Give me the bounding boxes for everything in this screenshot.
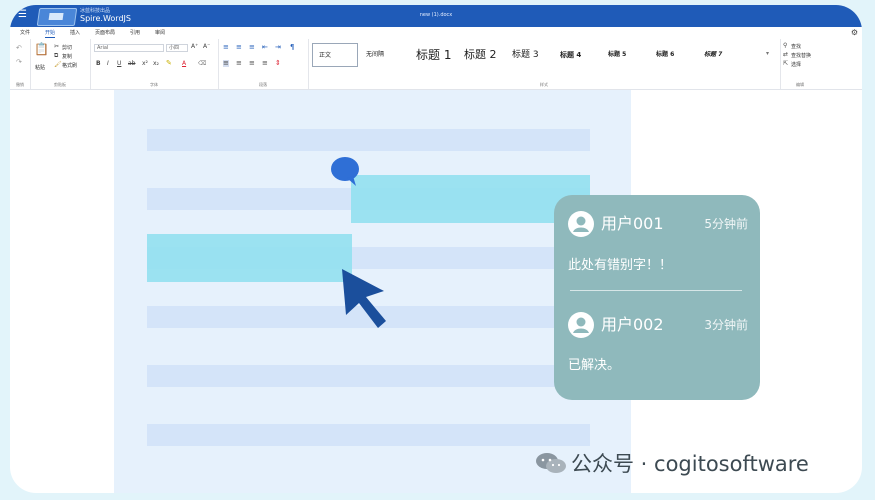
increase-indent-icon[interactable]: ⇥ [275, 44, 281, 51]
watermark-text: 公众号 · cogitosoftware [571, 452, 809, 476]
settings-gear-icon[interactable]: ⚙ [851, 28, 858, 37]
style-heading-7[interactable]: 标题 7 [704, 43, 722, 67]
undo-icon[interactable]: ↶ [16, 45, 22, 52]
editing-group-label: 编辑 [796, 82, 804, 87]
style-heading-2[interactable]: 标题 2 [464, 43, 497, 67]
font-group: Arial 小四 A⁺ A⁻ B I U ab x² x₂ ✎ A ⌫ 字体 [90, 39, 219, 89]
comment-timestamp: 3分钟前 [704, 318, 748, 332]
clipboard-group-label: 剪贴板 [54, 82, 66, 87]
bold-icon[interactable]: B [96, 61, 101, 67]
comment-header: 用户002 3分钟前 [568, 312, 748, 340]
font-color-icon[interactable]: A [182, 61, 186, 67]
tab-references[interactable]: 引用 [130, 29, 140, 36]
paste-button[interactable]: 粘贴 [35, 64, 45, 71]
comment-header: 用户001 5分钟前 [568, 211, 748, 239]
subscript-icon[interactable]: x₂ [153, 61, 159, 67]
styles-more-icon[interactable]: ▾ [766, 51, 769, 57]
style-no-spacing[interactable]: 无间隔 [366, 43, 384, 67]
numbered-list-icon[interactable]: ≡ [236, 44, 242, 51]
italic-icon[interactable]: I [107, 61, 109, 67]
clipboard-group: 📋 粘贴 ✂ 剪切 ⧉ 复制 🖌 格式刷 剪贴板 [30, 39, 91, 89]
ribbon: ↶ ↷ 撤销 📋 粘贴 ✂ 剪切 ⧉ 复制 🖌 格式刷 剪贴板 Arial 小四… [10, 39, 862, 90]
format-painter-button[interactable]: 格式刷 [62, 62, 77, 69]
document-title: new (1).docx [419, 12, 453, 18]
style-heading-5[interactable]: 标题 5 [608, 43, 626, 67]
undo-group-label: 撤销 [16, 82, 24, 87]
multilevel-list-icon[interactable]: ≡ [249, 44, 255, 51]
copy-icon: ⧉ [54, 52, 59, 59]
clear-format-icon[interactable]: ⌫ [198, 61, 206, 67]
find-replace-button[interactable]: 查找替换 [791, 52, 811, 59]
tab-file[interactable]: 文件 [20, 29, 30, 36]
text-line [147, 424, 590, 446]
style-heading-6[interactable]: 标题 6 [656, 43, 674, 67]
font-group-label: 字体 [150, 82, 158, 87]
align-right-icon[interactable]: ≡ [249, 60, 255, 67]
decrease-indent-icon[interactable]: ⇤ [262, 44, 268, 51]
comment-bubble-icon[interactable] [327, 154, 363, 190]
find-button[interactable]: 查找 [791, 43, 801, 50]
align-left-icon[interactable]: ≡ [223, 60, 229, 67]
underline-icon[interactable]: U [117, 61, 121, 67]
style-normal[interactable]: 正文 [312, 43, 358, 67]
text-line [147, 365, 590, 387]
tab-review[interactable]: 审阅 [155, 29, 165, 36]
tab-insert[interactable]: 插入 [70, 29, 80, 36]
superscript-icon[interactable]: x² [142, 61, 148, 67]
grow-font-icon[interactable]: A⁺ [191, 44, 198, 50]
redo-icon[interactable]: ↷ [16, 59, 22, 66]
select-button[interactable]: 选择 [791, 61, 801, 68]
font-size-select[interactable]: 小四 [166, 44, 188, 52]
wechat-icon [536, 453, 566, 473]
show-marks-icon[interactable]: ¶ [290, 44, 294, 51]
font-name-select[interactable]: Arial [94, 44, 164, 52]
title-bar: ☰ 冰蓝科技出品 Spire.WordJS new (1).docx [10, 5, 862, 27]
comment-timestamp: 5分钟前 [704, 217, 748, 231]
editing-group: ⚲ 查找 ⇄ 查找替换 ⇱ 选择 编辑 [780, 39, 820, 89]
highlight-color-icon[interactable]: ✎ [166, 60, 172, 67]
style-heading-3[interactable]: 标题 3 [512, 43, 539, 67]
justify-icon[interactable]: ≡ [262, 60, 268, 67]
strikethrough-icon[interactable]: ab [128, 61, 136, 67]
text-line [147, 129, 590, 151]
styles-group-label: 样式 [540, 82, 548, 87]
paragraph-group: ≡ ≡ ≡ ⇤ ⇥ ¶ ≡ ≡ ≡ ≡ ⇕ 段落 [218, 39, 309, 89]
find-replace-icon: ⇄ [783, 51, 789, 58]
tab-page-layout[interactable]: 页面布局 [95, 29, 115, 36]
align-center-icon[interactable]: ≡ [236, 60, 242, 67]
undo-group: ↶ ↷ 撤销 [10, 39, 31, 89]
find-icon: ⚲ [783, 42, 788, 49]
shrink-font-icon[interactable]: A⁻ [203, 44, 210, 50]
comment-text: 已解决。 [568, 358, 621, 373]
paragraph-group-label: 段落 [259, 82, 267, 87]
style-heading-4[interactable]: 标题 4 [560, 43, 581, 67]
text-highlight[interactable] [147, 234, 352, 282]
select-icon: ⇱ [783, 60, 789, 67]
cut-icon: ✂ [54, 43, 60, 50]
format-painter-icon: 🖌 [54, 61, 62, 68]
user-avatar-icon [568, 211, 594, 237]
mouse-cursor-icon [342, 269, 386, 328]
style-heading-1[interactable]: 标题 1 [416, 43, 451, 67]
cut-button[interactable]: 剪切 [62, 44, 72, 51]
comments-panel: 用户001 5分钟前 此处有错别字！！ 用户002 3分钟前 已解决。 [554, 195, 760, 400]
line-spacing-icon[interactable]: ⇕ [275, 60, 281, 67]
comment-username: 用户002 [601, 315, 664, 334]
paste-icon[interactable]: 📋 [34, 43, 49, 55]
tab-home[interactable]: 开始 [45, 29, 56, 38]
comment-text: 此处有错别字！！ [568, 258, 673, 273]
styles-group: 正文 无间隔 标题 1 标题 2 标题 3 标题 4 标题 5 标题 6 标题 … [308, 39, 781, 89]
copy-button[interactable]: 复制 [62, 53, 72, 60]
bullet-list-icon[interactable]: ≡ [223, 44, 229, 51]
user-avatar-icon [568, 312, 594, 338]
comment-username: 用户001 [601, 214, 664, 233]
comment-divider [570, 290, 742, 291]
